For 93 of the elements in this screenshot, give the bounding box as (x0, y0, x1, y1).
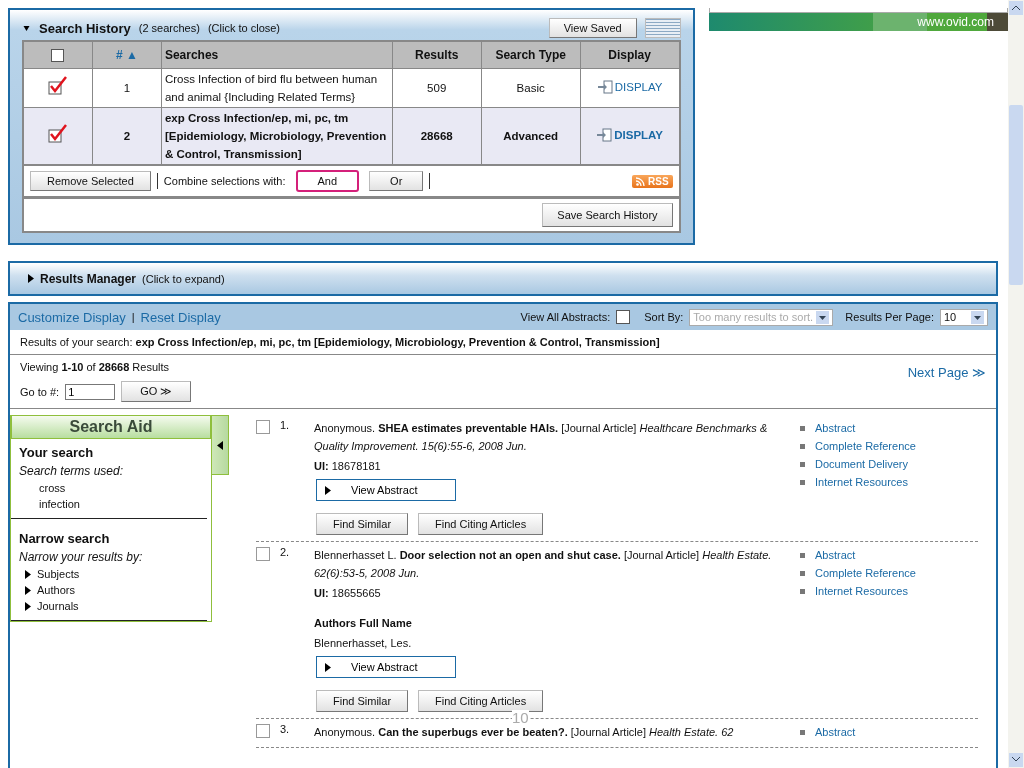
collapse-arrow-icon (217, 440, 223, 450)
view-all-abstracts-label: View All Abstracts: (520, 311, 611, 323)
result-link[interactable]: Internet Resources (815, 473, 908, 491)
table-cell: 28668 (420, 130, 453, 142)
facet-item[interactable]: Journals (37, 600, 79, 612)
rss-icon (636, 176, 646, 186)
result-link[interactable]: Complete Reference (815, 564, 916, 582)
search-query: Results of your search: exp Cross Infection/ep, mi, pc, tm [Epidemiology, Microbiology, Prevention & Control, Transmission] (10, 330, 996, 355)
go-button[interactable]: GO ≫ (121, 381, 192, 402)
results-per-page-dropdown[interactable]: 10 (940, 308, 988, 326)
section-heading: Narrow search (19, 531, 111, 546)
link-separator: | (131, 311, 135, 323)
ui-number: UI: 18655665 (314, 586, 382, 601)
scrollbar[interactable] (1008, 0, 1024, 768)
citation: Anonymous. SHEA estimates preventable HAIs. [Journal Article] Healthcare Benchmarks & Quality Improvement. 15(6):55-6, 2008 Jun. (314, 421, 769, 454)
result-checkbox[interactable] (256, 724, 270, 738)
remove-selected-button[interactable]: Remove Selected (30, 171, 151, 191)
expand-triangle-icon (28, 274, 34, 283)
document-arrow-icon (596, 127, 613, 142)
combine-label: Combine selections with: (163, 175, 286, 187)
result-checkbox[interactable] (256, 547, 270, 561)
save-search-history-button[interactable]: Save Search History (542, 203, 673, 227)
authors-name: Blennerhasset, Les. (314, 636, 413, 651)
section-subtitle: Search terms used: (19, 464, 125, 478)
section-subtitle: Narrow your results by: (19, 550, 144, 564)
bullet-icon (800, 443, 805, 449)
goto-field[interactable]: 1 (65, 383, 116, 400)
citation: Anonymous. Can the superbugs ever be beaten?. [Journal Article] Health Estate. 62 (314, 725, 735, 740)
facet-item[interactable]: Subjects (37, 568, 80, 580)
table-cell: Basic (516, 82, 545, 94)
checkbox[interactable] (47, 75, 68, 96)
view-abstract-button[interactable]: View Abstract (316, 479, 456, 501)
facet-item[interactable]: Authors (37, 584, 75, 596)
result-action-button[interactable]: Find Similar (316, 513, 409, 535)
result-number: 1. (280, 419, 290, 431)
view-all-abstracts-checkbox[interactable] (616, 310, 631, 324)
citation: Blennerhasset L. Door selection not an open and shut case. [Journal Article] Health Estate. 62(6):53-5, 2008 Jun. (314, 548, 773, 581)
result-action-button[interactable]: Find Similar (316, 690, 409, 712)
search-term: cross (38, 482, 67, 494)
results-count: Viewing 1-10 of 28668 Results (20, 361, 171, 373)
bullet-icon (800, 461, 805, 467)
bullet-icon (800, 570, 805, 576)
table-cell: 2 (123, 130, 131, 142)
result-link[interactable]: Abstract (815, 546, 856, 564)
result-link[interactable]: Complete Reference (815, 437, 916, 455)
collapse-triangle-icon (22, 23, 31, 33)
goto-label: Go to #: (20, 385, 60, 398)
select-all-checkbox[interactable] (51, 49, 65, 63)
section-heading: Your search (19, 445, 95, 460)
view-abstract-button[interactable]: View Abstract (316, 656, 456, 678)
result-number: 2. (280, 546, 290, 558)
expand-triangle-icon (325, 485, 331, 495)
result-checkbox[interactable] (256, 420, 270, 434)
combine-button[interactable]: Or (369, 171, 424, 191)
sort-label: Sort By: (644, 311, 684, 323)
result-number: 3. (280, 723, 290, 735)
collapse-tab[interactable] (211, 415, 229, 475)
results-per-page-label: Results Per Page: (845, 311, 934, 323)
column-header: Results (415, 48, 459, 62)
table-cell: 1 (123, 82, 131, 94)
bullet-icon (800, 588, 805, 594)
result-link[interactable]: Internet Resources (815, 582, 908, 600)
table-cell: exp Cross Infection/ep, mi, pc, tm [Epidemiology, Microbiology, Prevention & Control, Transmission] (164, 112, 387, 160)
panel-hint: (Click to expand) (142, 272, 225, 285)
ui-number: UI: 18678181 (314, 459, 382, 474)
search-aid-title: Search Aid (11, 415, 211, 439)
column-header: Search Type (495, 48, 566, 62)
result-action-button[interactable]: Find Citing Articles (418, 513, 544, 535)
table-cell: Advanced (503, 130, 559, 142)
result-action-button[interactable]: Find Citing Articles (418, 690, 544, 712)
bullet-icon (800, 729, 805, 735)
next-page-link[interactable]: Next Page ≫ (907, 365, 986, 402)
expand-triangle-icon (325, 662, 331, 672)
table-cell: 509 (427, 82, 447, 94)
view-saved-button[interactable]: View Saved (548, 18, 637, 38)
result-link[interactable]: Abstract (815, 723, 856, 741)
result-link[interactable]: Abstract (815, 419, 856, 437)
search-count: (2 searches) (138, 22, 200, 34)
bullet-icon (800, 479, 805, 485)
bullet-icon (800, 425, 805, 431)
combine-button[interactable]: And (295, 170, 360, 192)
checkbox[interactable] (47, 123, 68, 144)
panel-title[interactable]: Results Manager (40, 271, 137, 286)
column-header: Display (608, 48, 651, 62)
page-number: 10 (512, 710, 529, 725)
authors-heading: Authors Full Name (314, 616, 413, 631)
panel-title[interactable]: Search History (39, 20, 131, 36)
panel-hint: (Click to close) (207, 22, 281, 34)
bullet-icon (800, 552, 805, 558)
search-term: infection (38, 498, 81, 510)
result-link[interactable]: Document Delivery (815, 455, 908, 473)
document-arrow-icon (596, 79, 613, 94)
column-header: Searches (164, 48, 219, 62)
